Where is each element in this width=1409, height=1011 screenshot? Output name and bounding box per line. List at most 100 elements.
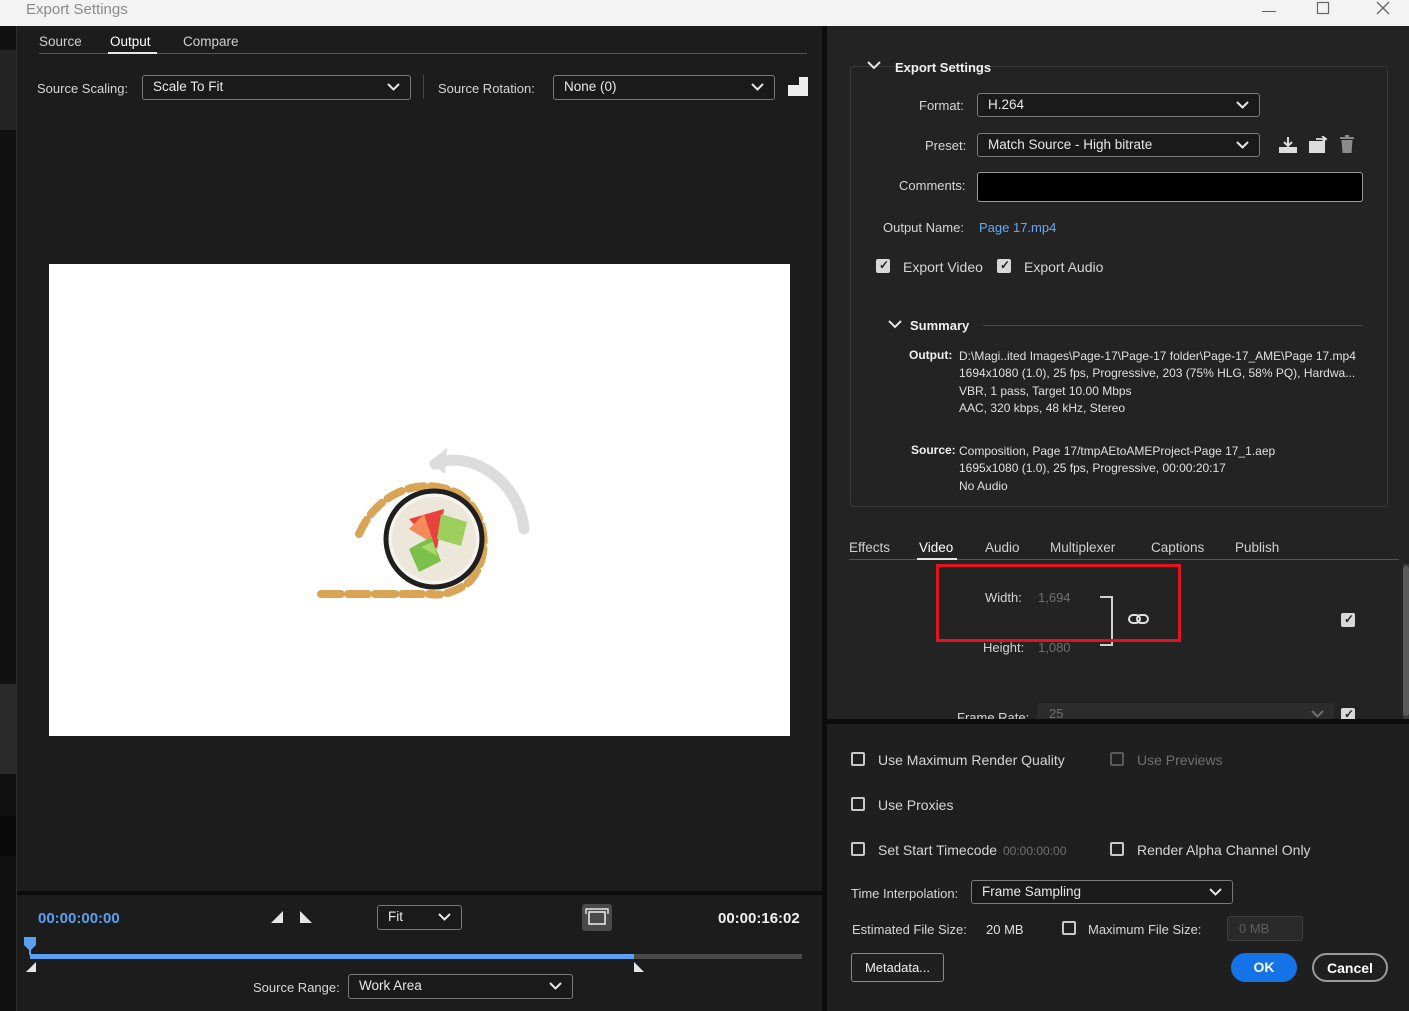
preview-pane: Source Output Compare Source Scaling: Sc…	[17, 26, 822, 1011]
tab-video-underline	[917, 558, 957, 560]
set-in-point-icon[interactable]	[270, 910, 284, 927]
summary-output-line: D:\Magi..ited Images\Page-17\Page-17 fol…	[959, 349, 1356, 363]
left-edge-strip	[0, 26, 17, 1011]
scrollbar[interactable]	[1403, 564, 1409, 719]
save-preset-icon[interactable]	[1278, 136, 1298, 157]
maximize-icon[interactable]	[1300, 0, 1346, 26]
source-rotation-label: Source Rotation:	[438, 81, 535, 96]
start-timecode-value[interactable]: 00:00:00:00	[1003, 844, 1066, 858]
summary-output-label: Output:	[909, 348, 953, 362]
zoom-dropdown[interactable]: Fit	[377, 905, 462, 930]
height-value[interactable]: 1,080	[1038, 640, 1071, 655]
source-rotation-value: None (0)	[564, 79, 617, 94]
frame-rate-dropdown[interactable]: 25	[1037, 703, 1334, 719]
summary-output-line: VBR, 1 pass, Target 10.00 Mbps	[959, 383, 1132, 398]
zoom-value: Fit	[388, 909, 403, 924]
tab-audio[interactable]: Audio	[985, 540, 1020, 555]
export-settings-pane: Export Settings Format: H.264 Preset: Ma…	[827, 26, 1409, 1011]
frame-rate-value: 25	[1049, 706, 1064, 719]
tab-compare[interactable]: Compare	[183, 34, 239, 49]
format-value: H.264	[988, 97, 1025, 112]
collapse-chevron-icon[interactable]	[867, 59, 881, 76]
export-audio-label: Export Audio	[1024, 259, 1104, 275]
format-dropdown[interactable]: H.264	[977, 93, 1260, 117]
source-scaling-dropdown[interactable]: Scale To Fit	[142, 75, 411, 100]
in-point-marker-icon[interactable]	[25, 961, 37, 976]
summary-output-block: D:\Magi..ited Images\Page-17\Page-17 fol…	[959, 348, 1399, 418]
comments-label: Comments:	[899, 178, 966, 193]
source-range-dropdown[interactable]: Work Area	[348, 974, 573, 999]
comments-field[interactable]	[977, 172, 1363, 202]
frame-rate-match-checkbox[interactable]	[1341, 707, 1355, 719]
time-interpolation-label: Time Interpolation:	[851, 886, 959, 901]
chevron-down-icon	[1236, 134, 1249, 163]
set-out-point-icon[interactable]	[299, 910, 313, 927]
ok-button-label: OK	[1253, 959, 1275, 975]
summary-header: Summary	[910, 318, 970, 333]
max-render-quality-label: Use Maximum Render Quality	[878, 752, 1065, 768]
frame-rate-label: Frame Rate:	[957, 710, 1030, 719]
render-alpha-label: Render Alpha Channel Only	[1137, 842, 1311, 858]
max-file-size-checkbox[interactable]	[1062, 921, 1076, 935]
tab-effects[interactable]: Effects	[849, 540, 890, 555]
summary-source-label: Source:	[911, 443, 956, 457]
tab-captions[interactable]: Captions	[1151, 540, 1204, 555]
work-area-bar[interactable]	[30, 954, 635, 959]
delete-preset-icon[interactable]	[1339, 135, 1355, 157]
preset-dropdown[interactable]: Match Source - High bitrate	[977, 133, 1260, 157]
summary-chevron-icon[interactable]	[888, 318, 902, 335]
tab-video[interactable]: Video	[919, 540, 953, 555]
metadata-button[interactable]: Metadata...	[851, 953, 944, 982]
export-audio-checkbox[interactable]	[997, 258, 1011, 273]
tab-output-underline	[108, 52, 157, 54]
out-point-marker-icon[interactable]	[633, 961, 645, 976]
source-rotation-dropdown[interactable]: None (0)	[553, 75, 775, 100]
max-render-quality-checkbox[interactable]	[851, 752, 865, 766]
tab-output[interactable]: Output	[110, 34, 151, 49]
preset-label: Preset:	[925, 138, 967, 153]
sushi-roll-illustration	[317, 448, 530, 599]
chevron-down-icon	[1236, 94, 1249, 123]
render-alpha-checkbox[interactable]	[1110, 842, 1124, 856]
chevron-down-icon	[387, 76, 400, 105]
ok-button[interactable]: OK	[1231, 953, 1297, 982]
duration-timecode: 00:00:16:02	[718, 910, 800, 927]
estimated-size-label: Estimated File Size:	[852, 922, 967, 937]
tab-publish[interactable]: Publish	[1235, 540, 1279, 555]
video-preview-frame	[49, 264, 790, 736]
tab-source[interactable]: Source	[39, 34, 82, 49]
current-timecode[interactable]: 00:00:00:00	[38, 910, 120, 927]
summary-output-line: AAC, 320 kbps, 48 kHz, Stereo	[959, 401, 1126, 416]
summary-source-line: No Audio	[959, 478, 1008, 493]
title-bar: Export Settings —	[0, 0, 1409, 26]
chevron-down-icon	[438, 906, 451, 935]
playhead-handle[interactable]	[23, 936, 37, 959]
set-start-timecode-checkbox[interactable]	[851, 842, 865, 856]
max-file-size-field[interactable]: 0 MB	[1227, 916, 1303, 941]
chevron-down-icon	[751, 76, 764, 105]
time-interpolation-dropdown[interactable]: Frame Sampling	[971, 880, 1233, 904]
aspect-ratio-correction-icon[interactable]	[582, 904, 612, 931]
output-name-link[interactable]: Page 17.mp4	[979, 220, 1056, 235]
use-previews-checkbox[interactable]	[1110, 752, 1124, 766]
minimize-icon[interactable]: —	[1246, 0, 1292, 26]
match-source-checkbox[interactable]	[1341, 612, 1355, 627]
summary-source-line: Composition, Page 17/tmpAEtoAMEProject-P…	[959, 444, 1276, 458]
timeline-track[interactable]	[30, 954, 802, 959]
tab-multiplexer[interactable]: Multiplexer	[1050, 540, 1115, 555]
options-panel: Use Maximum Render Quality Use Previews …	[827, 724, 1409, 1011]
source-scaling-label: Source Scaling:	[37, 81, 129, 96]
output-name-label: Output Name:	[883, 220, 964, 235]
export-video-checkbox[interactable]	[876, 258, 890, 273]
source-range-label: Source Range:	[253, 980, 340, 995]
max-file-size-value: 0 MB	[1239, 921, 1270, 936]
close-icon[interactable]	[1360, 0, 1406, 26]
use-proxies-label: Use Proxies	[878, 797, 954, 813]
height-label: Height:	[983, 640, 1025, 655]
crop-output-icon[interactable]	[786, 76, 810, 101]
max-file-size-label: Maximum File Size:	[1088, 922, 1202, 937]
time-interpolation-value: Frame Sampling	[982, 884, 1082, 899]
cancel-button[interactable]: Cancel	[1312, 953, 1388, 982]
import-preset-icon[interactable]	[1308, 135, 1328, 157]
use-proxies-checkbox[interactable]	[851, 797, 865, 811]
